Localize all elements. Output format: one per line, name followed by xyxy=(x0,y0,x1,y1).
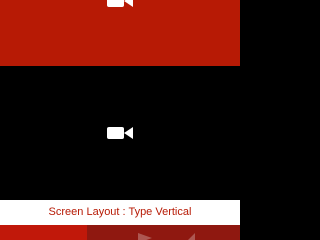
screen-layout-label: Screen Layout : Type Vertical xyxy=(48,206,192,218)
video-call-screen: Screen Layout : Type Vertical xyxy=(0,0,240,240)
bottom-left-control[interactable] xyxy=(0,225,87,240)
play-icon xyxy=(138,233,152,240)
main-video-panel[interactable] xyxy=(0,66,240,200)
video-camera-icon xyxy=(107,0,133,7)
bottom-right-control[interactable] xyxy=(87,225,240,240)
top-video-panel[interactable] xyxy=(0,0,240,66)
screen-layout-bar: Screen Layout : Type Vertical xyxy=(0,200,240,225)
video-camera-icon xyxy=(107,127,133,139)
audio-icon xyxy=(182,233,195,240)
bottom-control-bar xyxy=(0,225,240,240)
